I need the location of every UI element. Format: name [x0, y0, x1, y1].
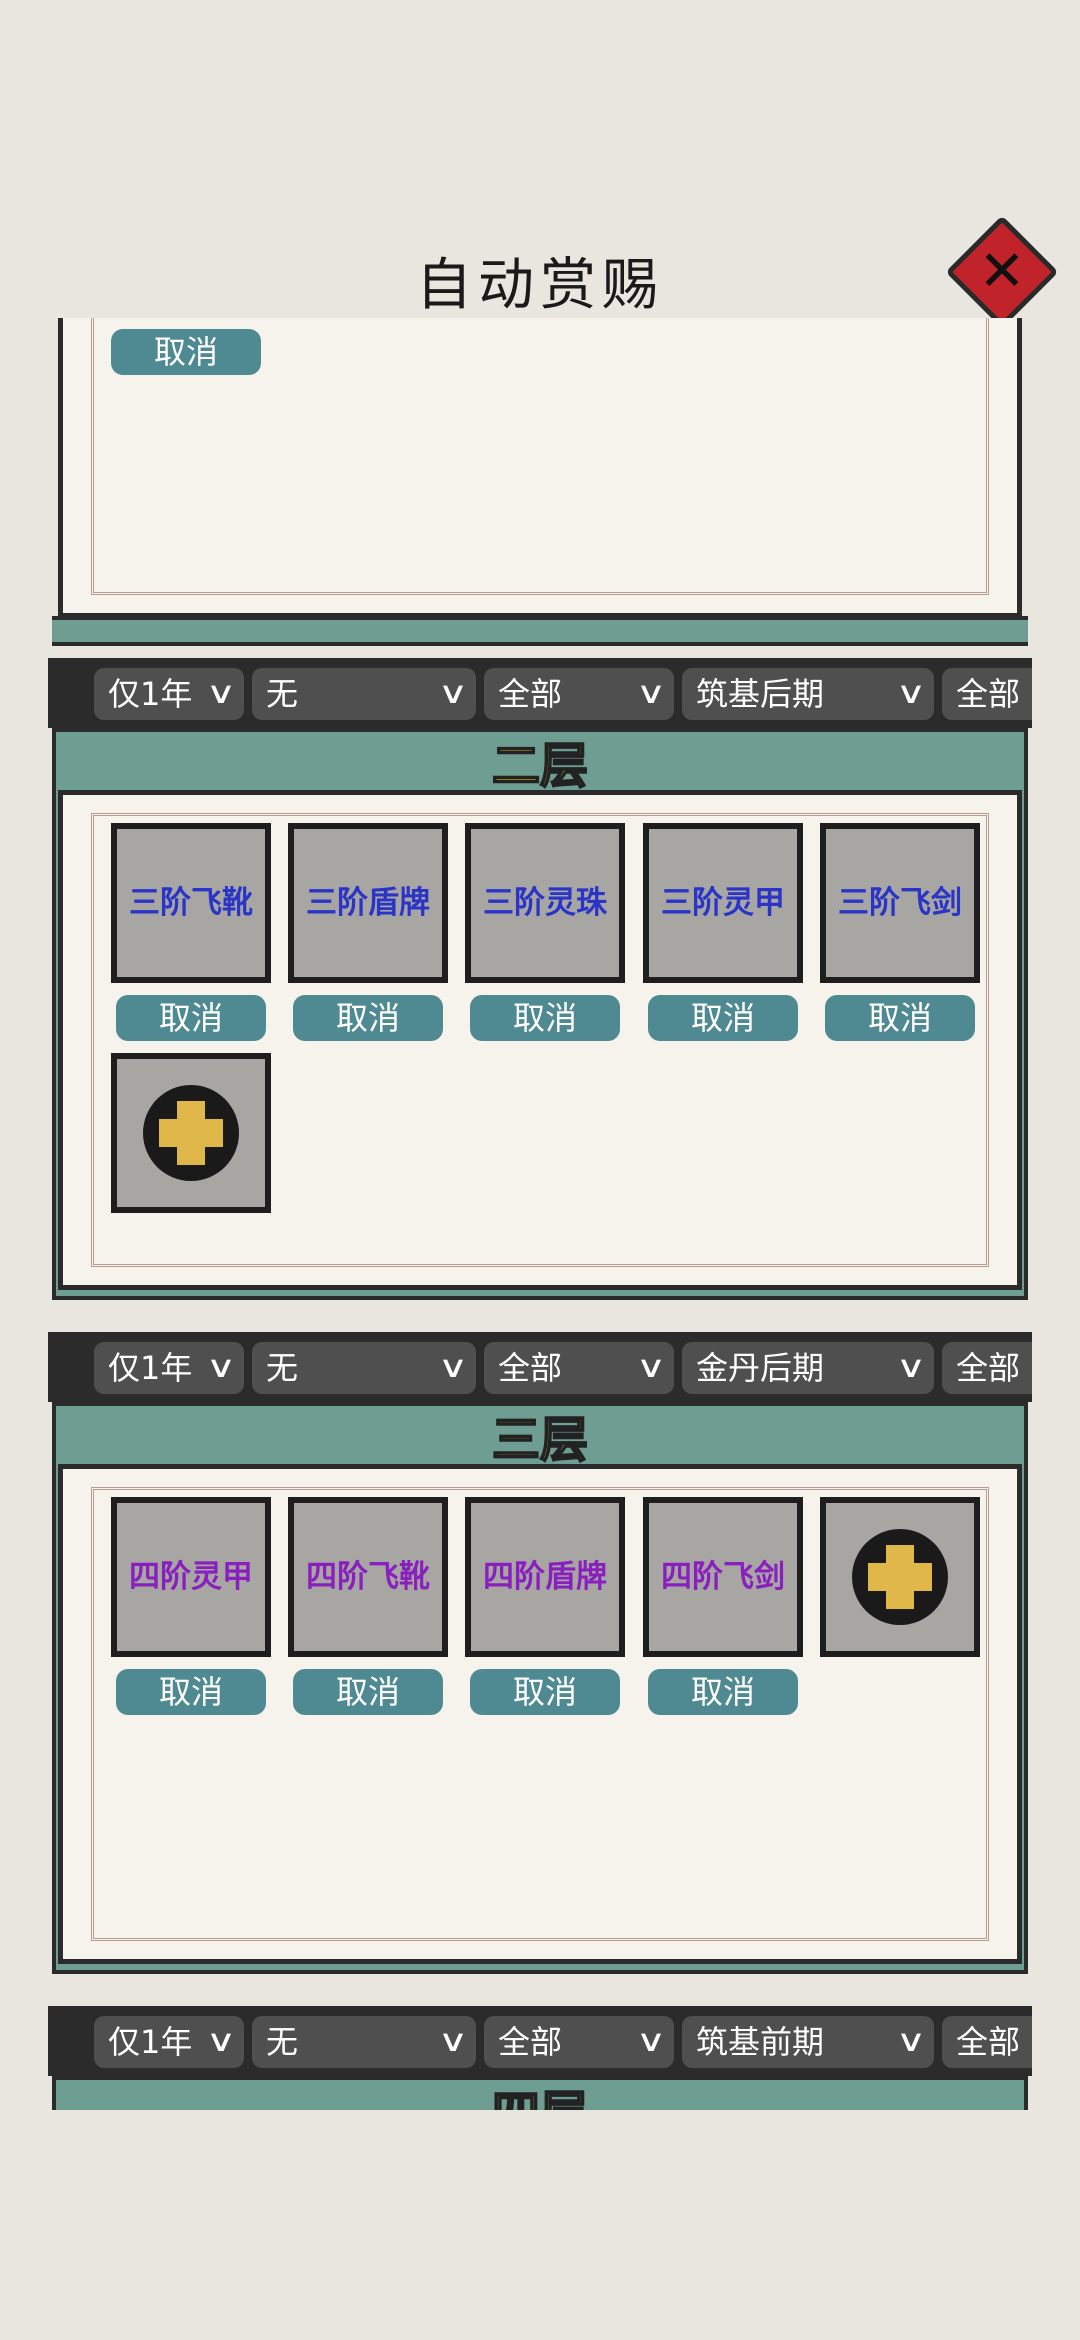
layer-panel-2: 三阶飞靴 三阶盾牌 三阶灵珠 三阶灵甲 三阶飞剑 取消 取消 取消 取消 取消 [58, 790, 1022, 1290]
chevron-down-icon: ∨ [205, 2024, 237, 2059]
reward-item[interactable]: 三阶飞剑 [820, 823, 980, 983]
chevron-down-icon: ∨ [205, 676, 237, 711]
chevron-down-icon: ∨ [635, 2024, 667, 2059]
panel-border [52, 616, 1028, 646]
chevron-down-icon: ∨ [635, 676, 667, 711]
reward-item[interactable]: 三阶灵珠 [465, 823, 625, 983]
realm-dropdown[interactable]: 筑基前期 ∨ [682, 2016, 934, 2068]
cancel-button[interactable]: 取消 [470, 995, 620, 1041]
cancel-button[interactable]: 取消 [825, 995, 975, 1041]
reward-item[interactable]: 四阶飞剑 [643, 1497, 803, 1657]
chevron-down-icon: ∨ [437, 676, 469, 711]
chevron-down-icon: ∨ [437, 2024, 469, 2059]
type-dropdown[interactable]: 无 ∨ [252, 2016, 476, 2068]
cancel-button[interactable]: 取消 [111, 329, 261, 375]
layer-title: 四层 [48, 2074, 1032, 2110]
add-item-button[interactable] [820, 1497, 980, 1657]
scope-dropdown[interactable]: 全部 ∨ [484, 668, 674, 720]
layer-panel-3: 四阶灵甲 四阶飞靴 四阶盾牌 四阶飞剑 取消 取消 取消 取消 [58, 1464, 1022, 1964]
chevron-down-icon: ∨ [635, 1350, 667, 1385]
type-dropdown[interactable]: 无 ∨ [252, 668, 476, 720]
chevron-down-icon: ∨ [205, 1350, 237, 1385]
filter-bar: 仅1年∨ 无∨ 全部∨ 金丹后期∨ 全部∨ [48, 1332, 1032, 1402]
filter-bar: 仅1年∨ 无∨ 全部∨ 筑基后期∨ 全部∨ [48, 658, 1032, 728]
reward-item[interactable]: 四阶盾牌 [465, 1497, 625, 1657]
layer-list[interactable]: 取消 仅1年∨ 无∨ 全部∨ 筑基后期∨ 全部∨ 二层 三阶飞靴 三阶盾牌 三阶… [48, 318, 1032, 2110]
reward-item[interactable]: 三阶灵甲 [643, 823, 803, 983]
reward-item[interactable]: 四阶飞靴 [288, 1497, 448, 1657]
cancel-button[interactable]: 取消 [470, 1669, 620, 1715]
target-dropdown[interactable]: 全部∨ [942, 1342, 1032, 1394]
duration-dropdown[interactable]: 仅1年 ∨ [94, 2016, 244, 2068]
chevron-down-icon: ∨ [895, 676, 927, 711]
cancel-button[interactable]: 取消 [293, 995, 443, 1041]
reward-item[interactable]: 四阶灵甲 [111, 1497, 271, 1657]
duration-dropdown[interactable]: 仅1年 ∨ [94, 1342, 244, 1394]
cancel-button[interactable]: 取消 [116, 995, 266, 1041]
reward-item[interactable]: 三阶盾牌 [288, 823, 448, 983]
cancel-button[interactable]: 取消 [648, 1669, 798, 1715]
type-dropdown[interactable]: 无 ∨ [252, 1342, 476, 1394]
cancel-button[interactable]: 取消 [293, 1669, 443, 1715]
scope-dropdown[interactable]: 全部 ∨ [484, 2016, 674, 2068]
realm-dropdown[interactable]: 筑基后期 ∨ [682, 668, 934, 720]
target-dropdown[interactable]: 全部∨ [942, 2016, 1032, 2068]
layer-title: 二层 [491, 737, 589, 795]
duration-dropdown[interactable]: 仅1年 ∨ [94, 668, 244, 720]
layer-title: 三层 [491, 1411, 589, 1469]
chevron-down-icon: ∨ [895, 1350, 927, 1385]
add-item-button[interactable] [111, 1053, 271, 1213]
realm-dropdown[interactable]: 金丹后期 ∨ [682, 1342, 934, 1394]
layer-panel-1: 取消 [58, 318, 1022, 618]
chevron-down-icon: ∨ [895, 2024, 927, 2059]
close-icon[interactable]: ✕ [962, 232, 1042, 312]
scope-dropdown[interactable]: 全部 ∨ [484, 1342, 674, 1394]
target-dropdown[interactable]: 全部∨ [942, 668, 1032, 720]
reward-item[interactable]: 三阶飞靴 [111, 823, 271, 983]
cancel-button[interactable]: 取消 [116, 1669, 266, 1715]
cancel-button[interactable]: 取消 [648, 995, 798, 1041]
chevron-down-icon: ∨ [437, 1350, 469, 1385]
filter-bar: 仅1年∨ 无∨ 全部∨ 筑基前期∨ 全部∨ [48, 2006, 1032, 2076]
page-title: 自动赏赐 [416, 253, 664, 318]
